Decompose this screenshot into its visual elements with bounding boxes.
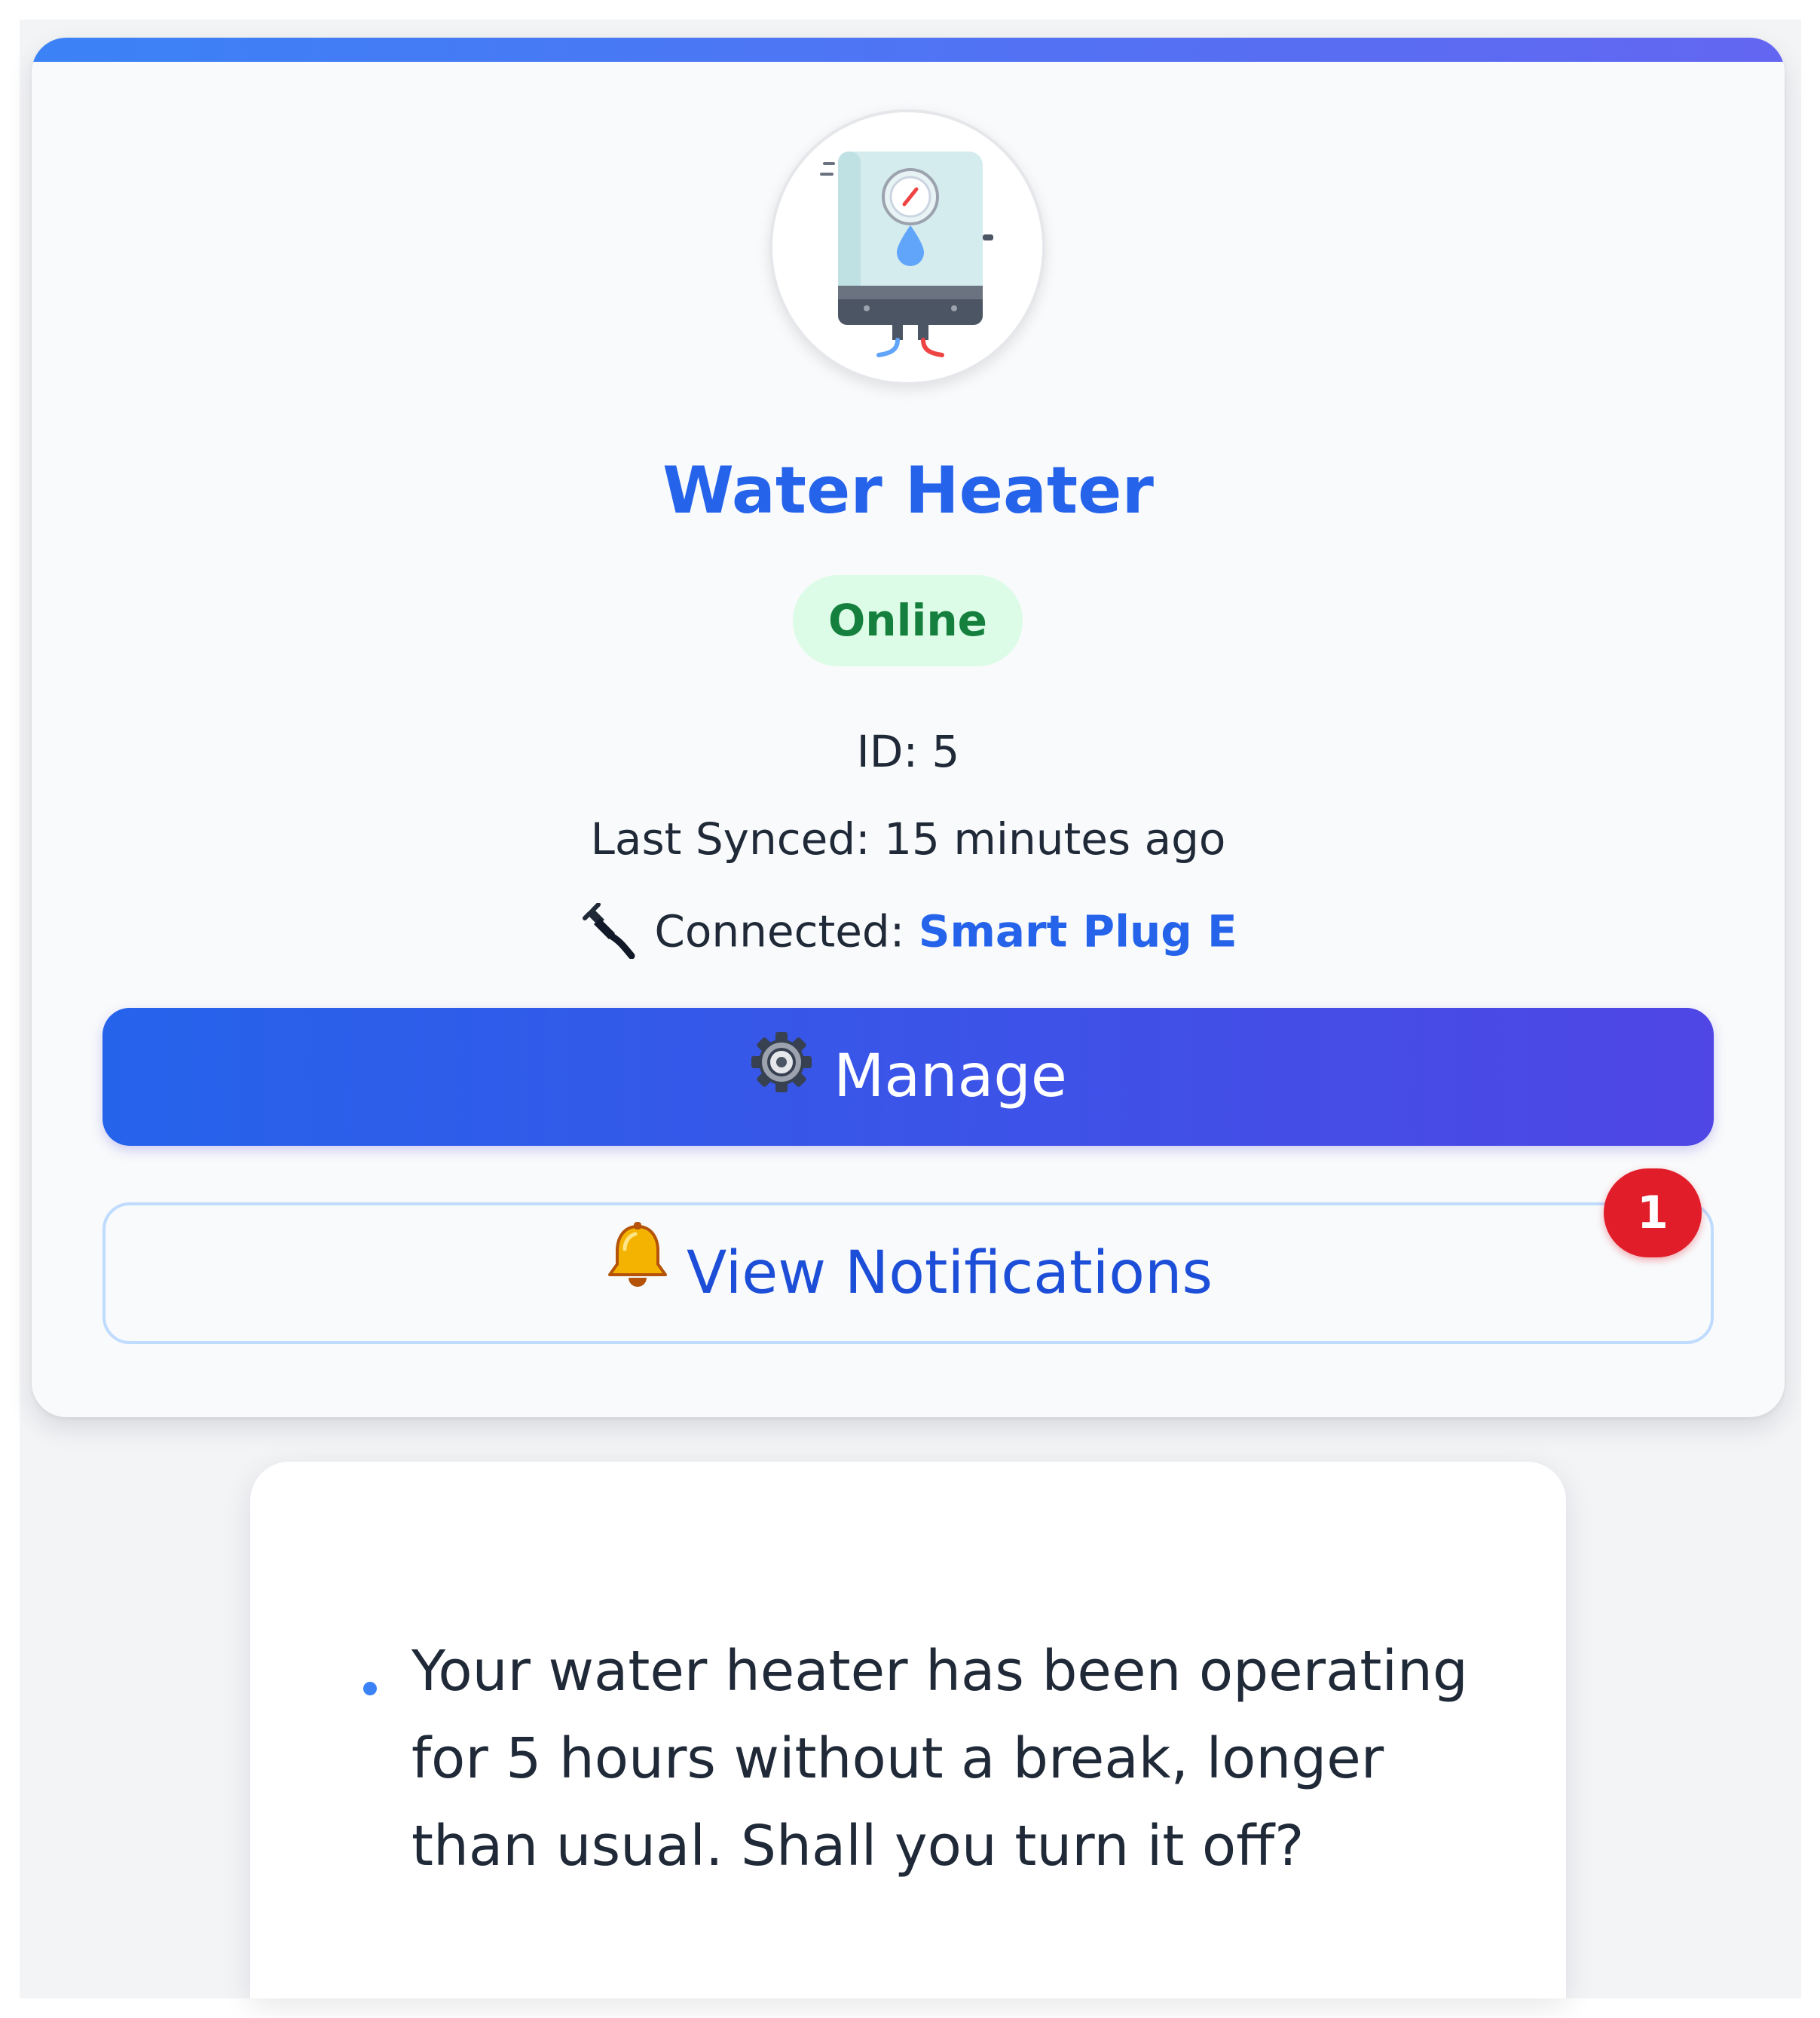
connected-label: Connected: xyxy=(654,905,905,957)
manage-label: Manage xyxy=(834,1043,1067,1110)
plug-icon xyxy=(579,902,638,966)
manage-button[interactable]: Manage xyxy=(102,1008,1714,1146)
device-title: Water Heater xyxy=(662,453,1154,528)
bell-icon xyxy=(604,1204,671,1340)
app-canvas: Water Heater Online ID: 5 Last Synced: 1… xyxy=(20,20,1801,1998)
status-badge: Online xyxy=(793,575,1023,666)
view-notifications-button[interactable]: View Notifications xyxy=(102,1202,1714,1344)
notification-count-badge: 1 xyxy=(1604,1168,1702,1257)
bullet-icon xyxy=(363,1682,377,1695)
device-id: ID: 5 xyxy=(856,726,960,777)
last-synced: Last Synced: 15 minutes ago xyxy=(590,813,1226,865)
view-notifications-label: View Notifications xyxy=(686,1239,1213,1307)
connected-device-link[interactable]: Smart Plug E xyxy=(919,906,1237,957)
device-card: Water Heater Online ID: 5 Last Synced: 1… xyxy=(32,38,1785,1417)
connection-info: Connected: Smart Plug E xyxy=(32,902,1785,966)
notification-text: Your water heater has been operating for… xyxy=(411,1639,1468,1879)
gear-icon xyxy=(749,1006,814,1144)
device-avatar xyxy=(769,109,1045,385)
water-heater-icon xyxy=(820,152,993,357)
card-accent-bar xyxy=(32,38,1785,62)
notification-panel: Your water heater has been operating for… xyxy=(250,1462,1566,1998)
